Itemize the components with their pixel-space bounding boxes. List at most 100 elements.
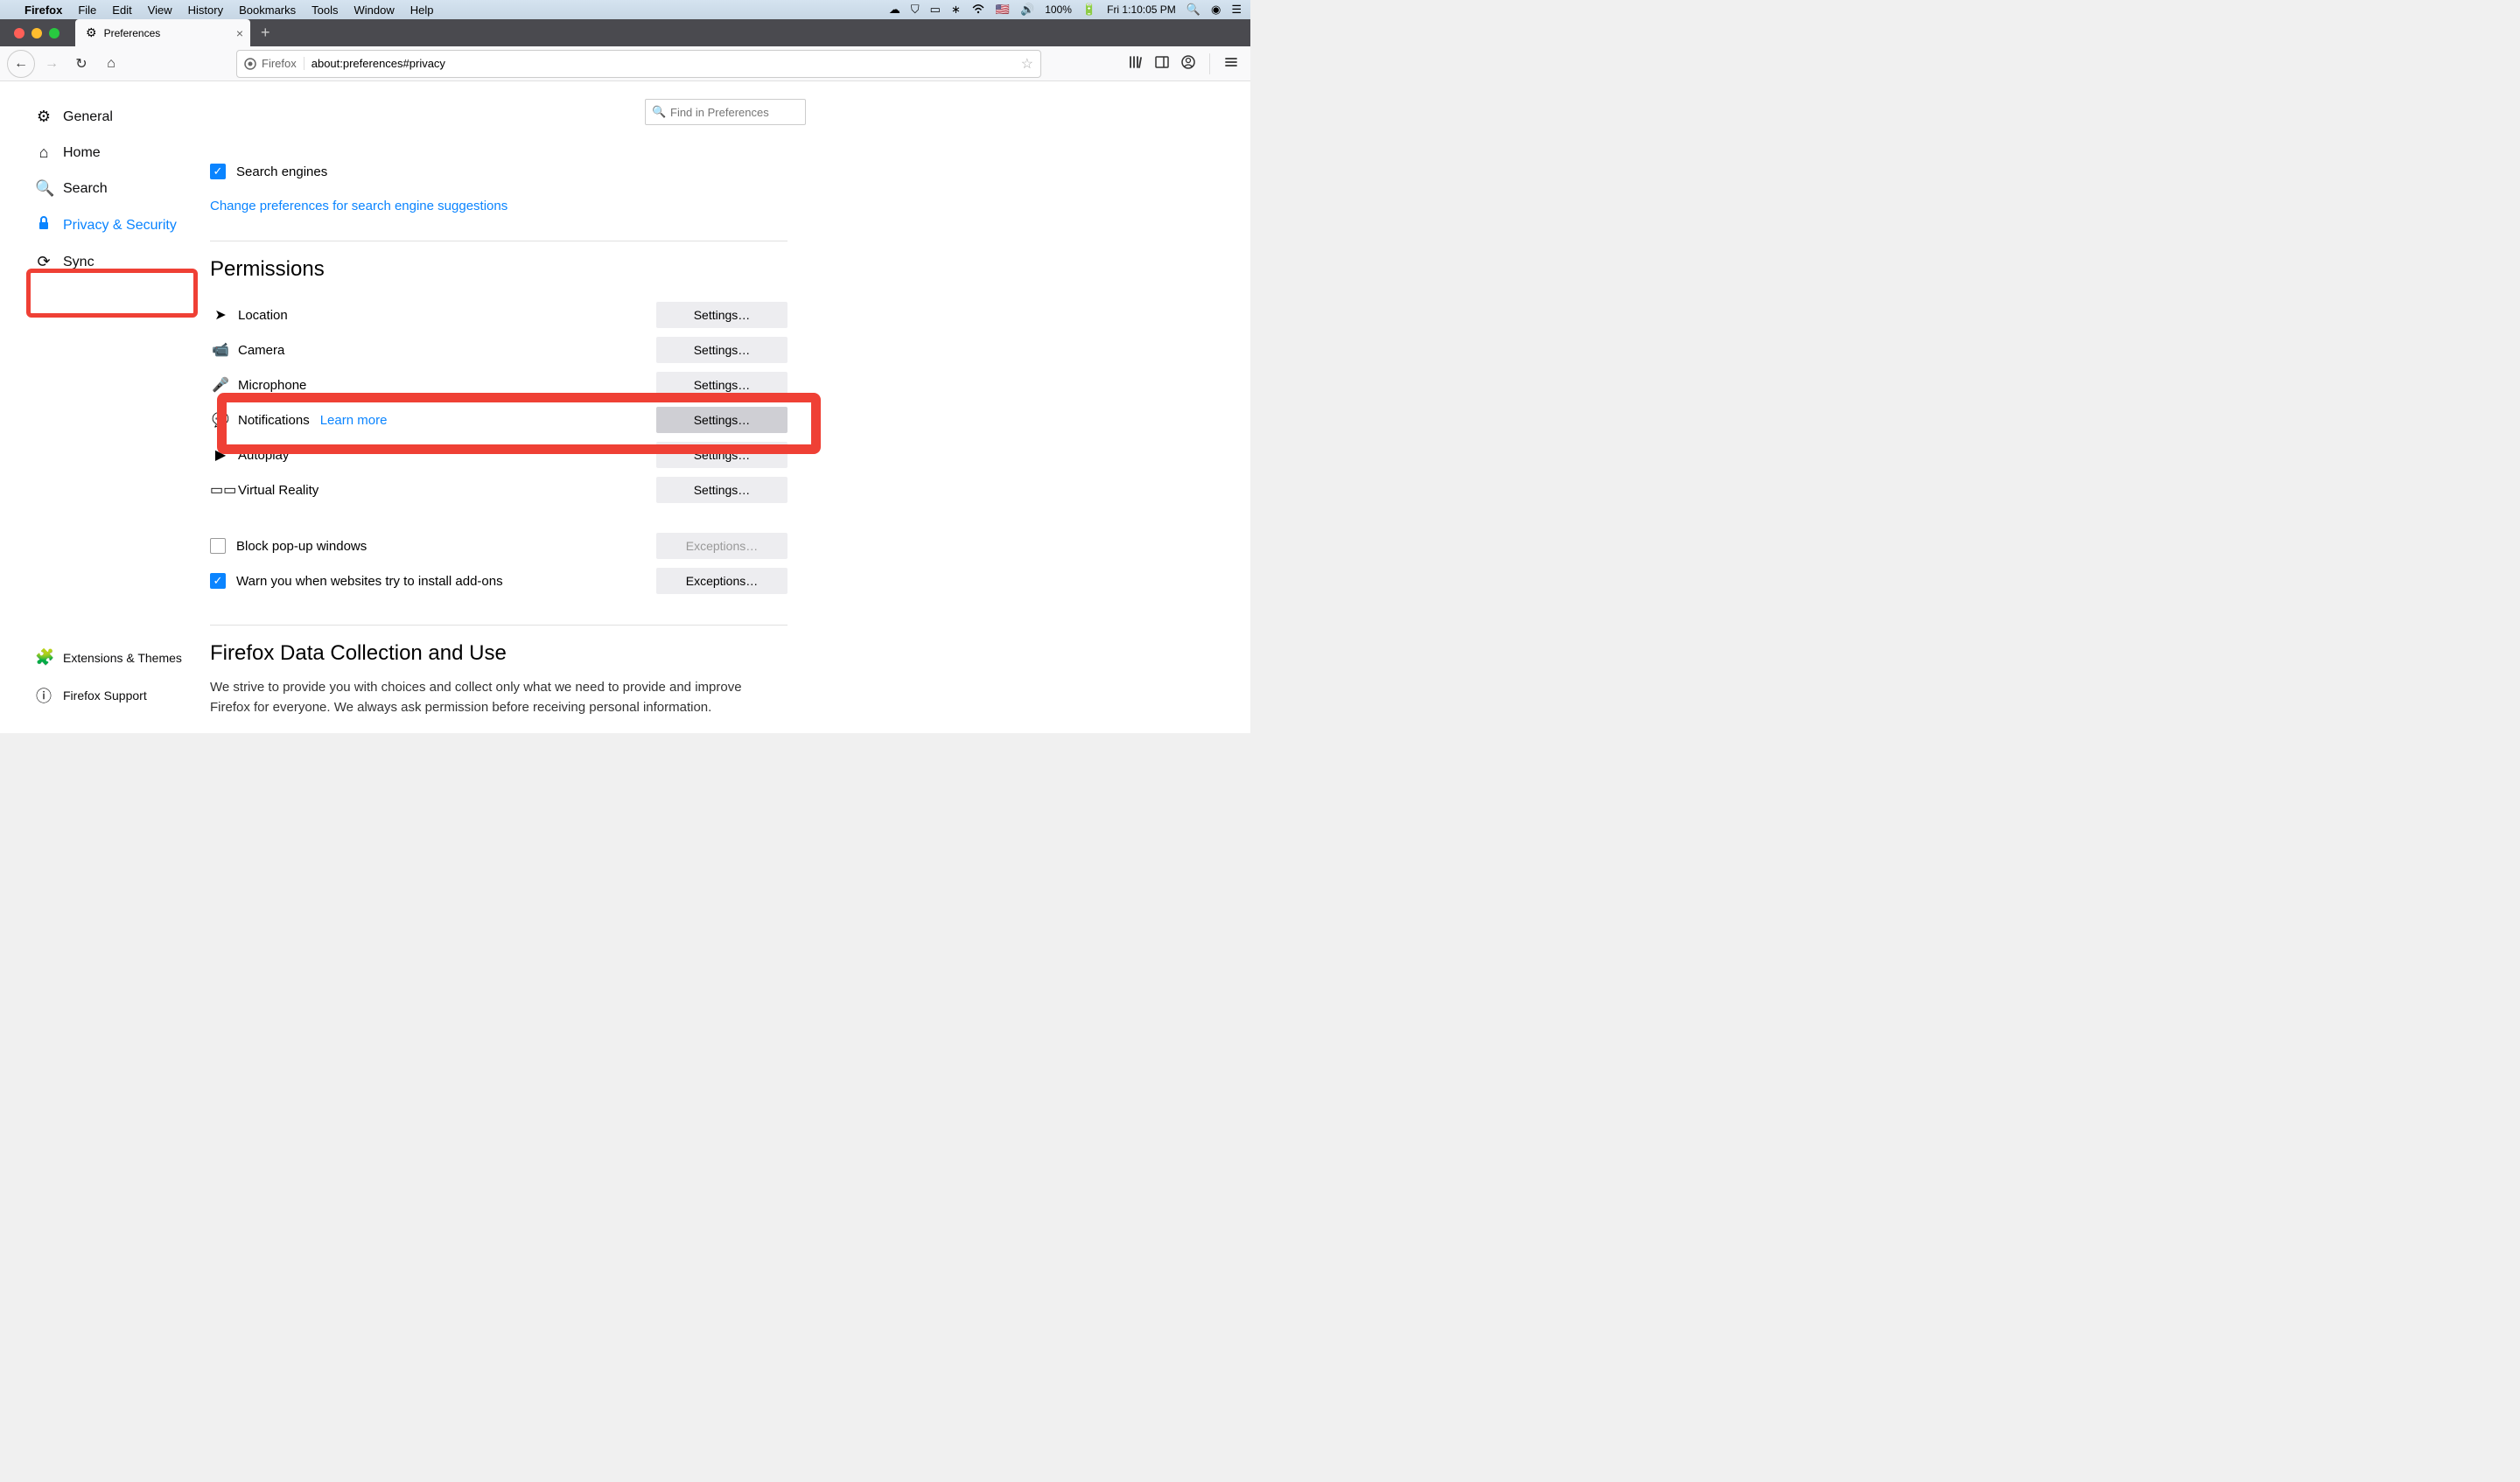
- reload-button[interactable]: ↻: [68, 51, 94, 77]
- screen-mirror-icon[interactable]: ▭: [930, 3, 941, 17]
- location-icon: ➤: [210, 306, 231, 324]
- home-button[interactable]: ⌂: [98, 51, 124, 77]
- sidebar-item-privacy[interactable]: Privacy & Security: [35, 206, 210, 244]
- sidebar-icon[interactable]: [1155, 55, 1169, 73]
- perm-row-location: ➤ Location Settings…: [210, 297, 788, 332]
- perm-row-addons-warning: ✓ Warn you when websites try to install …: [210, 563, 788, 598]
- divider: [210, 625, 788, 626]
- perm-label-autoplay: Autoplay: [238, 448, 289, 463]
- siri-icon[interactable]: ◉: [1211, 3, 1221, 17]
- sidebar-label-support: Firefox Support: [63, 689, 147, 703]
- sidebar-item-home[interactable]: ⌂ Home: [35, 135, 210, 171]
- spotlight-icon[interactable]: 🔍: [1186, 3, 1200, 17]
- identity-label: Firefox: [262, 57, 297, 70]
- maximize-window-button[interactable]: [49, 28, 60, 38]
- checkbox-block-popups[interactable]: [210, 538, 226, 554]
- clock[interactable]: Fri 1:10:05 PM: [1107, 3, 1176, 16]
- settings-button-location[interactable]: Settings…: [656, 302, 788, 328]
- checkbox-warn-addons[interactable]: ✓: [210, 573, 226, 589]
- menu-history[interactable]: History: [188, 3, 223, 17]
- toolbar-divider: [1209, 53, 1210, 74]
- vr-icon: ▭▭: [210, 481, 231, 499]
- settings-button-camera[interactable]: Settings…: [656, 337, 788, 363]
- help-icon: ⓘ: [35, 684, 52, 707]
- hamburger-menu-icon[interactable]: [1224, 55, 1238, 73]
- sidebar-label-sync: Sync: [63, 255, 94, 270]
- lock-icon: [35, 215, 52, 235]
- find-input[interactable]: [645, 99, 806, 125]
- url-input[interactable]: [312, 57, 1014, 70]
- volume-icon[interactable]: 🔊: [1020, 3, 1034, 17]
- perm-row-microphone: 🎤 Microphone Settings…: [210, 367, 788, 402]
- data-collection-title: Firefox Data Collection and Use: [210, 641, 788, 666]
- menu-tools[interactable]: Tools: [312, 3, 338, 17]
- account-icon[interactable]: [1181, 55, 1195, 73]
- permissions-title: Permissions: [210, 257, 788, 282]
- sidebar-item-extensions[interactable]: 🧩 Extensions & Themes: [35, 640, 210, 675]
- label-search-engines: Search engines: [236, 164, 327, 179]
- settings-button-autoplay[interactable]: Settings…: [656, 442, 788, 468]
- flag-icon[interactable]: 🇺🇸: [996, 3, 1010, 17]
- checkbox-search-engines[interactable]: ✓: [210, 164, 226, 179]
- control-center-icon[interactable]: ☰: [1231, 3, 1242, 17]
- tab-strip: ⚙ Preferences × +: [0, 19, 1250, 46]
- menu-window[interactable]: Window: [354, 3, 395, 17]
- perm-label-microphone: Microphone: [238, 378, 306, 393]
- bluetooth-icon[interactable]: ∗: [951, 3, 961, 17]
- back-button[interactable]: ←: [7, 50, 35, 78]
- sidebar-item-sync[interactable]: ⟳ Sync: [35, 244, 210, 280]
- browser-toolbar: ← → ↻ ⌂ Firefox ☆: [0, 46, 1250, 81]
- url-bar[interactable]: Firefox ☆: [236, 50, 1041, 78]
- settings-button-microphone[interactable]: Settings…: [656, 372, 788, 398]
- tab-preferences[interactable]: ⚙ Preferences ×: [75, 19, 250, 46]
- gear-icon: ⚙: [35, 108, 52, 126]
- bookmark-star-icon[interactable]: ☆: [1021, 55, 1033, 73]
- preferences-content: ⚙ General ⌂ Home 🔍 Search Privacy & Secu…: [0, 81, 1250, 733]
- label-warn-addons: Warn you when websites try to install ad…: [236, 574, 503, 589]
- sidebar-item-support[interactable]: ⓘ Firefox Support: [35, 675, 210, 716]
- label-block-popups: Block pop-up windows: [236, 539, 367, 554]
- close-window-button[interactable]: [14, 28, 24, 38]
- app-menu[interactable]: Firefox: [24, 3, 62, 17]
- battery-percent[interactable]: 100%: [1045, 3, 1072, 16]
- learn-more-link[interactable]: Learn more: [320, 413, 388, 428]
- sidebar-item-general[interactable]: ⚙ General: [35, 99, 210, 135]
- search-icon: 🔍: [652, 105, 666, 119]
- puzzle-icon: 🧩: [35, 648, 52, 667]
- identity-box[interactable]: Firefox: [244, 57, 304, 70]
- perm-label-vr: Virtual Reality: [238, 483, 318, 498]
- sidebar-label-home: Home: [63, 145, 101, 161]
- perm-row-autoplay: ▶ Autoplay Settings…: [210, 437, 788, 472]
- sidebar-label-extensions: Extensions & Themes: [63, 651, 182, 665]
- sidebar-label-privacy: Privacy & Security: [63, 218, 177, 234]
- perm-label-location: Location: [238, 308, 288, 323]
- forward-button[interactable]: →: [38, 51, 65, 77]
- exceptions-button-addons[interactable]: Exceptions…: [656, 568, 788, 594]
- exceptions-button-popups: Exceptions…: [656, 533, 788, 559]
- cloud-icon[interactable]: ☁: [889, 3, 900, 17]
- minimize-window-button[interactable]: [32, 28, 42, 38]
- close-tab-icon[interactable]: ×: [236, 26, 243, 40]
- menu-view[interactable]: View: [148, 3, 172, 17]
- menu-file[interactable]: File: [78, 3, 96, 17]
- settings-button-notifications[interactable]: Settings…: [656, 407, 788, 433]
- perm-row-camera: 📹 Camera Settings…: [210, 332, 788, 367]
- shield-icon[interactable]: ⛉: [911, 3, 920, 17]
- settings-button-vr[interactable]: Settings…: [656, 477, 788, 503]
- perm-row-popups: Block pop-up windows Exceptions…: [210, 528, 788, 563]
- menu-help[interactable]: Help: [410, 3, 434, 17]
- menu-edit[interactable]: Edit: [112, 3, 131, 17]
- menu-bookmarks[interactable]: Bookmarks: [239, 3, 296, 17]
- firefox-logo-icon: [244, 58, 256, 70]
- wifi-icon[interactable]: [971, 3, 985, 17]
- microphone-icon: 🎤: [210, 376, 231, 394]
- perm-row-notifications: 💬 Notifications Learn more Settings…: [210, 402, 788, 437]
- new-tab-button[interactable]: +: [250, 24, 281, 42]
- link-change-search-prefs[interactable]: Change preferences for search engine sug…: [210, 199, 508, 213]
- sidebar-item-search[interactable]: 🔍 Search: [35, 171, 210, 206]
- battery-icon[interactable]: 🔋: [1082, 3, 1096, 17]
- library-icon[interactable]: [1129, 55, 1143, 73]
- camera-icon: 📹: [210, 341, 231, 359]
- sidebar-label-search: Search: [63, 181, 108, 197]
- tab-title: Preferences: [104, 27, 161, 39]
